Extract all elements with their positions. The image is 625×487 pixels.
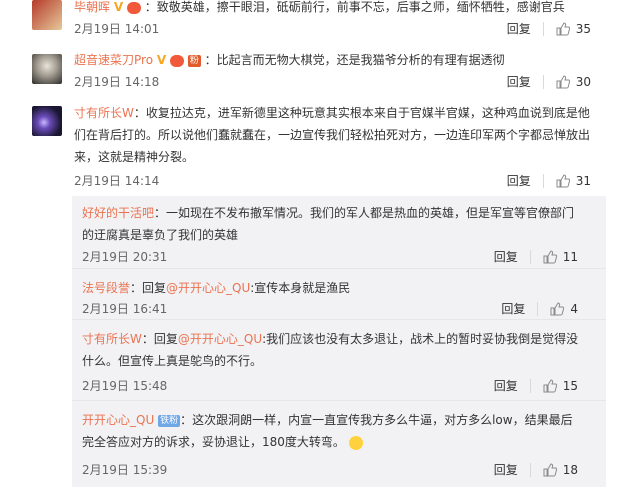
like-button[interactable]: 30	[556, 74, 591, 90]
thumbs-up-icon	[556, 75, 570, 89]
reply-actions: 回复 18	[494, 462, 578, 478]
reply-content: ：一如现在不发布撤军情况。我们的军人都是热血的英雄，但是军宣等官僚部门	[154, 206, 575, 220]
comment-actions: 回复 35	[507, 21, 591, 37]
reply-button[interactable]: 回复	[507, 173, 531, 189]
divider	[542, 75, 544, 89]
reply-author[interactable]: 寸有所长W	[82, 332, 142, 346]
comment-item: 超音速菜刀Pro V 粉 ：比起言而无物大棋党，还是我猫爷分析的有理有据透彻 2…	[22, 46, 607, 95]
reply-content-line: 什么。但宣传上真是鸵鸟的不行。	[82, 354, 263, 368]
comment-content: ：致敬英雄，擦干眼泪，砥砺前行，前事不忘，后事之师，缅怀牺牲，感谢官兵	[144, 0, 565, 14]
reply-text: 寸有所长W：回复@开开心心_QU:我们应该也没有太多退让，战术上的暂时妥协我倒是…	[82, 328, 602, 372]
reply-item: 法号段誉：回复@开开心心_QU:宣传本身就是渔民 2月19日 16:41 回复 …	[72, 269, 606, 320]
comment-item: 寸有所长W：收复拉达克，进军新德里这种玩意其实根本来自于官媒半官媒，这种鸡血说到…	[22, 94, 607, 194]
fan-badge: 粉	[187, 54, 201, 67]
comment-content: ：比起言而无物大棋党，还是我猫爷分析的有理有据透彻	[204, 53, 505, 67]
reply-content-line: 完全答应对方的诉求，妥协退让，180度大转弯。	[82, 435, 345, 449]
avatar[interactable]	[32, 106, 62, 136]
reply-time: 2月19日 15:39	[82, 463, 168, 477]
like-count: 30	[575, 75, 591, 89]
member-icon	[126, 1, 141, 14]
reply-item: 好好的干活吧：一如现在不发布撤军情况。我们的军人都是热血的英雄，但是军宣等官僚部…	[72, 196, 606, 269]
comment-time: 2月19日 14:01	[74, 22, 160, 36]
like-count: 15	[562, 379, 578, 393]
divider	[537, 302, 539, 316]
avatar[interactable]	[32, 0, 62, 30]
like-count: 4	[570, 302, 578, 316]
divider	[542, 22, 544, 36]
reply-author[interactable]: 开开心心_QU	[82, 413, 154, 427]
like-button[interactable]: 35	[556, 21, 591, 37]
reply-time: 2月19日 15:48	[82, 379, 168, 393]
reply-prefix: ：回复	[130, 281, 167, 295]
divider	[529, 379, 531, 393]
reply-button[interactable]: 回复	[501, 301, 525, 317]
comment-author[interactable]: 寸有所长W	[74, 106, 134, 120]
mention-link[interactable]: @开开心心_QU	[166, 281, 250, 295]
like-button[interactable]: 31	[556, 173, 591, 189]
comment-author[interactable]: 毕朝晖	[74, 0, 110, 14]
thumbs-up-icon	[550, 302, 565, 316]
like-button[interactable]: 15	[543, 378, 578, 394]
comment-time: 2月19日 14:18	[74, 75, 160, 89]
divider	[542, 174, 544, 188]
reply-time: 2月19日 16:41	[82, 302, 168, 316]
divider	[529, 463, 531, 477]
reply-author[interactable]: 法号段誉	[82, 281, 130, 295]
reply-item: 寸有所长W：回复@开开心心_QU:我们应该也没有太多退让，战术上的暂时妥协我倒是…	[72, 320, 606, 401]
reply-button[interactable]: 回复	[494, 462, 518, 478]
reply-content-line: 的迂腐真是辜负了我们的英雄	[82, 228, 239, 242]
thumbs-up-icon	[556, 174, 570, 188]
reply-actions: 回复 15	[494, 378, 578, 394]
reply-actions: 回复 11	[494, 249, 578, 265]
comment-text: 寸有所长W：收复拉达克，进军新德里这种玩意其实根本来自于官媒半官媒，这种鸡血说到…	[74, 102, 594, 168]
emoji-icon	[348, 435, 363, 450]
like-count: 35	[575, 22, 591, 36]
reply-button[interactable]: 回复	[494, 378, 518, 394]
reply-text: 好好的干活吧：一如现在不发布撤军情况。我们的军人都是热血的英雄，但是军宣等官僚部…	[82, 202, 602, 246]
comment-content-line: 们在背后打的。所以说他们蠢就蠢在，一边宣传我们轻松拍死对方，一边连印军两个字都忌…	[74, 128, 591, 142]
like-button[interactable]: 4	[550, 301, 578, 317]
verified-icon: V	[113, 0, 124, 14]
comment-time: 2月19日 14:14	[74, 174, 160, 188]
comment-content-line: 来，这就是精神分裂。	[74, 150, 195, 164]
mention-link[interactable]: @开开心心_QU	[178, 332, 262, 346]
comment-text: 毕朝晖 V ：致敬英雄，擦干眼泪，砥砺前行，前事不忘，后事之师，缅怀牺牲，感谢官…	[74, 0, 594, 18]
reply-text: 开开心心_QU 铁粉 ：这次跟洞朗一样，内宣一直宣传我方多么牛逼，对方多么low，…	[82, 409, 602, 453]
like-button[interactable]: 18	[543, 462, 578, 478]
like-count: 31	[575, 174, 591, 188]
avatar[interactable]	[32, 54, 62, 84]
like-count: 18	[562, 463, 578, 477]
reply-button[interactable]: 回复	[507, 74, 531, 90]
reply-button[interactable]: 回复	[494, 249, 518, 265]
fan-badge: 铁粉	[158, 414, 181, 427]
comment-actions: 回复 30	[507, 74, 591, 90]
like-button[interactable]: 11	[543, 249, 578, 265]
thumbs-up-icon	[543, 463, 557, 477]
divider	[529, 250, 531, 264]
comment-list: 毕朝晖 V ：致敬英雄，擦干眼泪，砥砺前行，前事不忘，后事之师，缅怀牺牲，感谢官…	[0, 0, 625, 487]
reply-content: ：这次跟洞朗一样，内宣一直宣传我方多么牛逼，对方多么low，结果最后	[180, 413, 573, 427]
reply-prefix: ：回复	[141, 332, 178, 346]
comment-author[interactable]: 超音速菜刀Pro	[74, 53, 153, 67]
comment-text: 超音速菜刀Pro V 粉 ：比起言而无物大棋党，还是我猫爷分析的有理有据透彻	[74, 49, 594, 71]
comment-item: 毕朝晖 V ：致敬英雄，擦干眼泪，砥砺前行，前事不忘，后事之师，缅怀牺牲，感谢官…	[22, 0, 607, 47]
reply-thread: 好好的干活吧：一如现在不发布撤军情况。我们的军人都是热血的英雄，但是军宣等官僚部…	[72, 196, 606, 487]
reply-button[interactable]: 回复	[507, 21, 531, 37]
member-icon	[170, 54, 184, 67]
thumbs-up-icon	[556, 22, 570, 36]
reply-actions: 回复 4	[501, 301, 578, 317]
comment-actions: 回复 31	[507, 173, 591, 189]
like-count: 11	[562, 250, 578, 264]
reply-time: 2月19日 20:31	[82, 250, 168, 264]
comment-content: ：收复拉达克，进军新德里这种玩意其实根本来自于官媒半官媒，这种鸡血说到底是他	[133, 106, 590, 120]
thumbs-up-icon	[543, 250, 557, 264]
reply-author[interactable]: 好好的干活吧	[82, 206, 154, 220]
reply-content: :我们应该也没有太多退让，战术上的暂时妥协我倒是觉得没	[262, 332, 579, 346]
reply-text: 法号段誉：回复@开开心心_QU:宣传本身就是渔民	[82, 277, 602, 299]
reply-content: :宣传本身就是渔民	[250, 281, 351, 295]
reply-item: 开开心心_QU 铁粉 ：这次跟洞朗一样，内宣一直宣传我方多么牛逼，对方多么low，…	[72, 401, 606, 487]
verified-icon: V	[156, 53, 167, 67]
thumbs-up-icon	[543, 379, 557, 393]
